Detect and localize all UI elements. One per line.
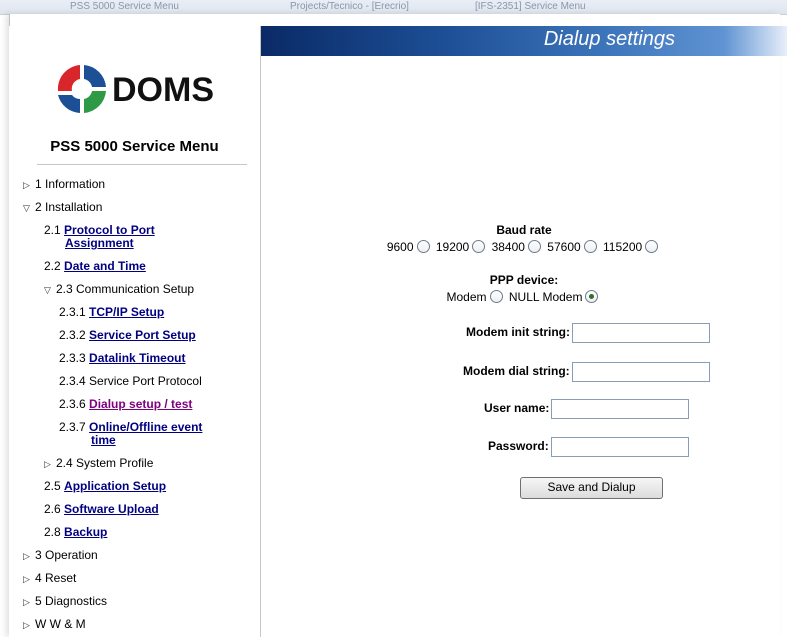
date-time-link[interactable]: Date and Time — [64, 259, 146, 273]
online-offline-link-cont[interactable]: time — [91, 433, 116, 447]
nav-item-installation[interactable]: ▽ 2 Installation — [23, 200, 102, 214]
service-port-setup-link[interactable]: Service Port Setup — [89, 328, 196, 342]
nav-item-protocol-port: 2.1 Protocol to Port — [44, 223, 155, 237]
password-input[interactable] — [550, 437, 689, 457]
browser-tab[interactable]: PSS 5000 Service Menu — [70, 1, 260, 13]
service-menu-title: PSS 5000 Service Menu — [50, 138, 219, 155]
baud-19200-radio[interactable] — [472, 240, 486, 253]
expand-arrow-icon[interactable]: ▷ — [23, 597, 35, 608]
dialup-setup-link[interactable]: Dialup setup / test — [89, 397, 192, 411]
nav-item-system-profile[interactable]: ▷ 2.4 System Profile — [44, 456, 153, 470]
protocol-port-link-cont[interactable]: Assignment — [65, 236, 134, 250]
browser-tab-strip: PSS 5000 Service Menu Projects/Tecnico -… — [0, 0, 787, 15]
expand-arrow-icon[interactable]: ▷ — [23, 574, 35, 585]
collapse-arrow-icon[interactable]: ▽ — [44, 285, 56, 296]
nav-item-date-time: 2.2 Date and Time — [44, 259, 146, 273]
nav-item-service-port: 2.3.2 Service Port Setup — [59, 328, 196, 342]
nav-item-software-upload: 2.6 Software Upload — [44, 502, 159, 516]
nav-item-application: 2.5 Application Setup — [44, 479, 167, 493]
user-name-row: User name: — [484, 399, 690, 419]
protocol-port-link[interactable]: Protocol to Port — [64, 223, 155, 237]
modem-init-input[interactable] — [572, 323, 710, 343]
dialup-form: Baud rate 9600 19200 38400 57600 115200 … — [261, 56, 787, 637]
modem-init-row: Modem init string: — [466, 323, 710, 343]
nav-item-tcpip: 2.3.1 TCP/IP Setup — [59, 305, 165, 319]
nav-item-backup: 2.8 Backup — [44, 525, 108, 539]
nav-item-online-offline-cont: time — [91, 433, 116, 447]
application-setup-link[interactable]: Application Setup — [64, 479, 166, 493]
backup-link[interactable]: Backup — [64, 525, 107, 539]
nav-item-reset[interactable]: ▷ 4 Reset — [23, 571, 76, 585]
baud-115200-radio[interactable] — [645, 240, 659, 253]
modem-init-label: Modem init string: — [466, 325, 570, 340]
doms-logo: DOMS — [57, 65, 214, 113]
ppp-device-options: Modem NULL Modem — [261, 290, 787, 304]
tcpip-setup-link[interactable]: TCP/IP Setup — [89, 305, 164, 319]
baud-rate-label: Baud rate — [496, 223, 552, 237]
nav-item-datalink: 2.3.3 Datalink Timeout — [59, 351, 186, 365]
ppp-device-label: PPP device: — [489, 273, 559, 287]
collapse-arrow-icon[interactable]: ▽ — [23, 203, 35, 214]
password-label: Password: — [488, 439, 549, 454]
expand-arrow-icon[interactable]: ▷ — [23, 551, 35, 562]
ppp-null-modem-radio[interactable] — [585, 290, 599, 303]
password-row: Password: — [488, 437, 689, 457]
nav-item-diagnostics[interactable]: ▷ 5 Diagnostics — [23, 594, 107, 608]
page-title: Dialup settings — [543, 28, 675, 50]
nav-item-wwm[interactable]: ▷ W W & M — [23, 617, 86, 631]
browser-tab[interactable]: [IFS-2351] Service Menu — [475, 1, 645, 13]
baud-38400-radio[interactable] — [527, 240, 541, 253]
modem-dial-input[interactable] — [571, 362, 710, 382]
baud-57600-radio[interactable] — [583, 240, 597, 253]
sidebar-menu: DOMS PSS 5000 Service Menu ▷ 1 Informatio… — [9, 26, 261, 637]
page-header-banner: Dialup settings — [261, 26, 787, 56]
expand-arrow-icon[interactable]: ▷ — [23, 180, 35, 191]
nav-item-information[interactable]: ▷ 1 Information — [23, 177, 105, 191]
nav-item-online-offline: 2.3.7 Online/Offline event — [59, 420, 203, 434]
baud-9600-radio[interactable] — [416, 240, 430, 253]
save-and-dialup-button[interactable]: Save and Dialup — [520, 477, 663, 499]
online-offline-link[interactable]: Online/Offline event — [89, 420, 202, 434]
modem-dial-row: Modem dial string: — [463, 362, 710, 382]
expand-arrow-icon[interactable]: ▷ — [23, 620, 35, 631]
sidebar-divider — [37, 164, 247, 165]
nav-item-protocol-port-cont: Assignment — [65, 236, 134, 250]
baud-rate-options: 9600 19200 38400 57600 115200 — [261, 240, 787, 254]
modem-dial-label: Modem dial string: — [463, 364, 570, 379]
nav-item-communication-setup[interactable]: ▽ 2.3 Communication Setup — [44, 282, 194, 296]
expand-arrow-icon[interactable]: ▷ — [44, 459, 56, 470]
ppp-modem-radio[interactable] — [489, 290, 503, 303]
datalink-timeout-link[interactable]: Datalink Timeout — [89, 351, 185, 365]
nav-item-operation[interactable]: ▷ 3 Operation — [23, 548, 98, 562]
software-upload-link[interactable]: Software Upload — [64, 502, 159, 516]
user-name-input[interactable] — [551, 399, 690, 419]
logo-wordmark: DOMS — [112, 71, 214, 109]
browser-tab[interactable]: Projects/Tecnico - [Erecrio] — [290, 1, 455, 13]
user-name-label: User name: — [484, 401, 550, 416]
nav-item-service-port-protocol: 2.3.4 Service Port Protocol — [59, 374, 202, 388]
nav-item-dialup: 2.3.6 Dialup setup / test — [59, 397, 193, 411]
